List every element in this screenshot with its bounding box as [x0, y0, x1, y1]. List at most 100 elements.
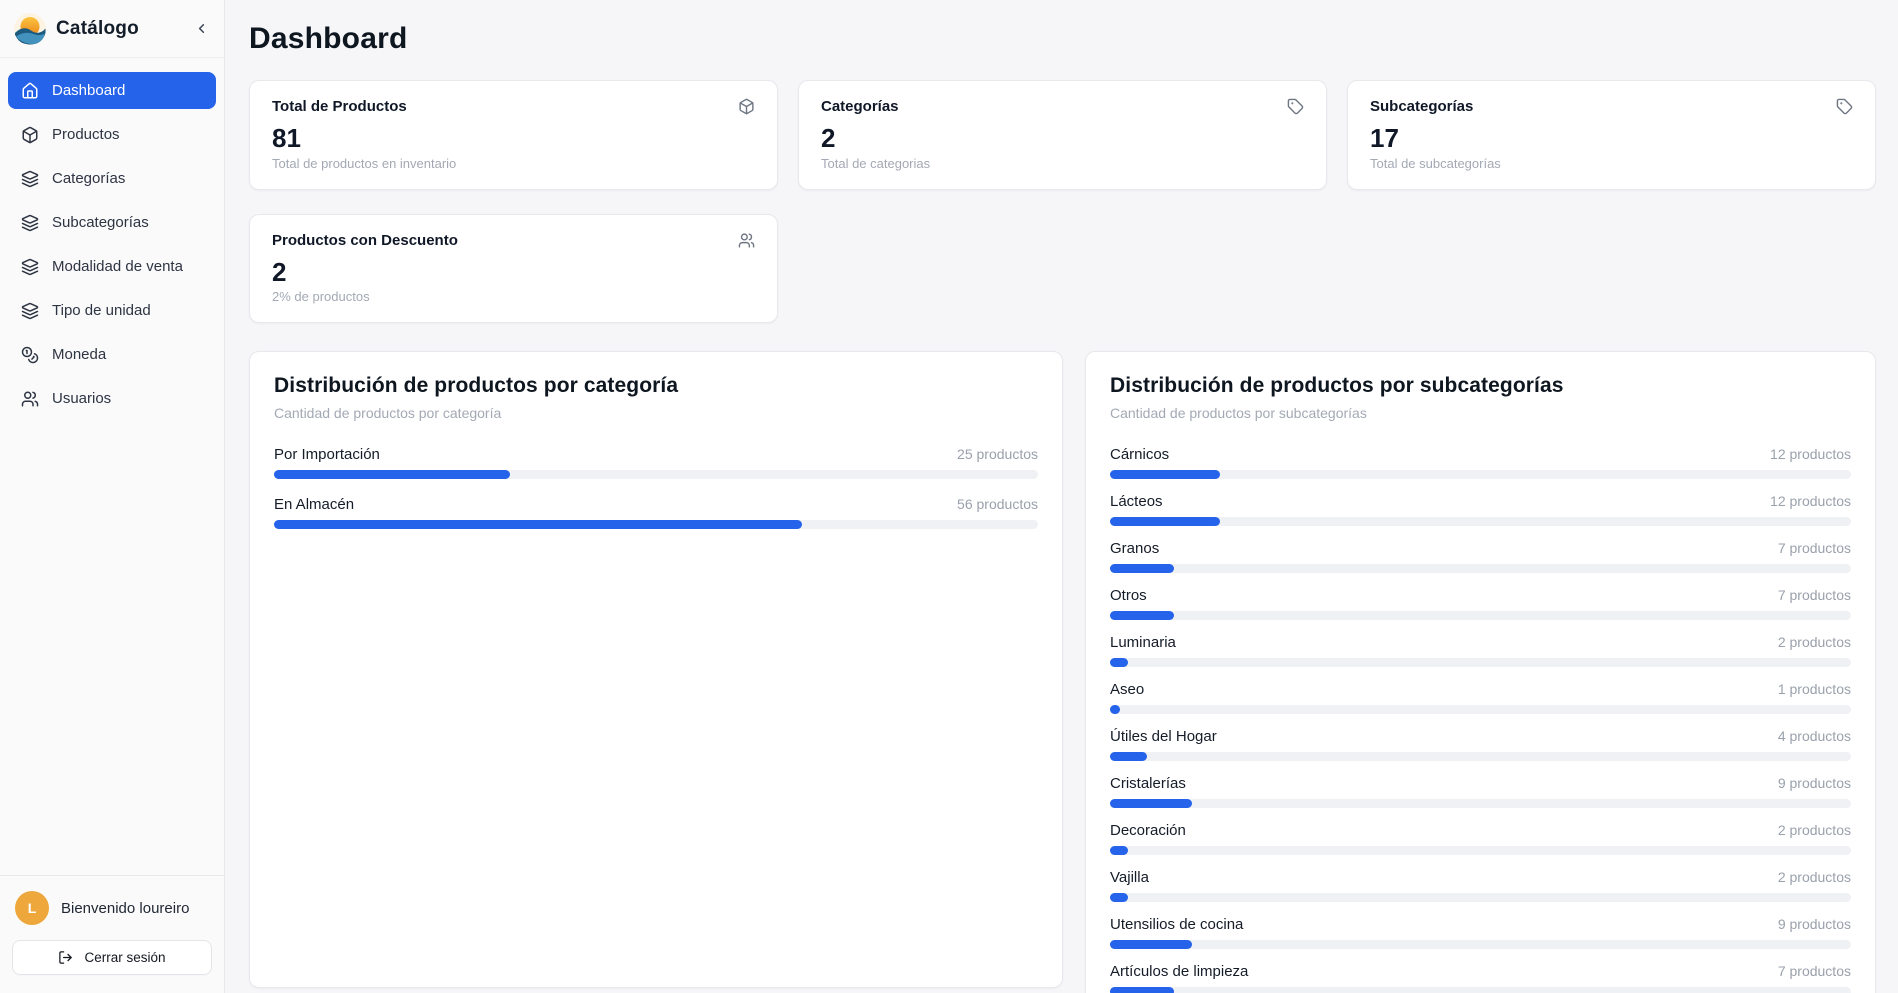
- welcome-text: Bienvenido loureiro: [61, 900, 189, 917]
- bar-row: Aseo1 productos: [1110, 681, 1851, 714]
- stat-card-value: 81: [272, 124, 755, 153]
- bar-count: 7 productos: [1778, 587, 1851, 603]
- bar-row: Granos7 productos: [1110, 540, 1851, 573]
- bar-count: 25 productos: [957, 446, 1038, 462]
- bar-count: 2 productos: [1778, 634, 1851, 650]
- bar-track: [1110, 564, 1851, 573]
- sidebar-collapse-button[interactable]: [188, 16, 214, 42]
- bar-label: Otros: [1110, 587, 1147, 604]
- bar-row: Por Importación 25 productos: [274, 446, 1038, 479]
- sidebar-item-label: Subcategorías: [52, 214, 149, 231]
- bar-fill: [1110, 517, 1220, 526]
- chart-title: Distribución de productos por categoría: [274, 374, 1038, 398]
- logout-icon: [58, 950, 73, 965]
- bar-track: [1110, 940, 1851, 949]
- bar-fill: [1110, 470, 1220, 479]
- sidebar-header: Catálogo: [0, 0, 224, 58]
- stat-card-title: Total de Productos: [272, 98, 407, 115]
- stat-card-title: Subcategorías: [1370, 98, 1473, 115]
- bar-row-header: Lácteos12 productos: [1110, 493, 1851, 510]
- bar-track: [1110, 517, 1851, 526]
- layers-icon: [21, 258, 39, 276]
- chart-title: Distribución de productos por subcategor…: [1110, 374, 1851, 398]
- sidebar-item-label: Categorías: [52, 170, 125, 187]
- stat-card-title: Categorías: [821, 98, 899, 115]
- users-icon: [21, 390, 39, 408]
- bar-fill: [1110, 846, 1128, 855]
- sidebar-item-subcategorías[interactable]: Subcategorías: [8, 204, 216, 241]
- sidebar-item-dashboard[interactable]: Dashboard: [8, 72, 216, 109]
- sidebar-item-label: Moneda: [52, 346, 106, 363]
- chart-subtitle: Cantidad de productos por subcategorías: [1110, 405, 1851, 421]
- brand-title: Catálogo: [56, 18, 139, 40]
- chart-bars: Por Importación25 productosEn Almacén56 …: [274, 446, 1038, 529]
- bar-label: Utensilios de cocina: [1110, 916, 1243, 933]
- bar-fill: [1110, 987, 1174, 993]
- bar-label: Artículos de limpieza: [1110, 963, 1248, 980]
- stat-card: Productos con Descuento22% de productos: [249, 214, 778, 324]
- sidebar-item-usuarios[interactable]: Usuarios: [8, 380, 216, 417]
- bar-row-header: Cristalerías9 productos: [1110, 775, 1851, 792]
- bar-fill: [1110, 940, 1192, 949]
- sidebar-item-label: Modalidad de venta: [52, 258, 183, 275]
- bar-label: Útiles del Hogar: [1110, 728, 1217, 745]
- bar-fill: [1110, 893, 1128, 902]
- sidebar-item-moneda[interactable]: Moneda: [8, 336, 216, 373]
- bar-track: [274, 520, 1038, 529]
- sidebar-item-label: Dashboard: [52, 82, 125, 99]
- bar-label: Por Importación: [274, 446, 380, 463]
- sidebar-item-productos[interactable]: Productos: [8, 116, 216, 153]
- chart-subtitle: Cantidad de productos por categoría: [274, 405, 1038, 421]
- stat-card-header: Subcategorías: [1370, 98, 1853, 115]
- bar-track: [1110, 705, 1851, 714]
- stat-card-header: Categorías: [821, 98, 1304, 115]
- bar-label: Lácteos: [1110, 493, 1163, 510]
- bar-row-header: Otros 7 productos: [1110, 587, 1851, 604]
- bar-row-header: Luminaria 2 productos: [1110, 634, 1851, 651]
- charts-row: Distribución de productos por categoría …: [249, 351, 1876, 993]
- bar-row: Artículos de limpieza7 productos: [1110, 963, 1851, 993]
- bar-count: 2 productos: [1778, 869, 1851, 885]
- layers-icon: [21, 214, 39, 232]
- stat-card-subtitle: Total de subcategorías: [1370, 156, 1853, 171]
- stat-card-value: 2: [272, 258, 755, 287]
- stat-card-subtitle: Total de categorias: [821, 156, 1304, 171]
- bar-row-header: Aseo1 productos: [1110, 681, 1851, 698]
- stat-card-header: Productos con Descuento: [272, 232, 755, 249]
- package-icon: [21, 126, 39, 144]
- page-title: Dashboard: [249, 22, 1876, 56]
- bar-count: 2 productos: [1778, 822, 1851, 838]
- bar-count: 4 productos: [1778, 728, 1851, 744]
- bar-row-header: Artículos de limpieza7 productos: [1110, 963, 1851, 980]
- sidebar-item-label: Tipo de unidad: [52, 302, 151, 319]
- bar-row: Luminaria 2 productos: [1110, 634, 1851, 667]
- stat-card: Subcategorías17Total de subcategorías: [1347, 80, 1876, 190]
- bar-row: Otros 7 productos: [1110, 587, 1851, 620]
- bar-label: En Almacén: [274, 496, 354, 513]
- bar-label: Decoración: [1110, 822, 1186, 839]
- users-icon: [738, 232, 755, 249]
- sidebar-item-tipo-de-unidad[interactable]: Tipo de unidad: [8, 292, 216, 329]
- home-icon: [21, 82, 39, 100]
- package-icon: [738, 98, 755, 115]
- bar-track: [1110, 470, 1851, 479]
- stat-card-subtitle: Total de productos en inventario: [272, 156, 755, 171]
- logout-button[interactable]: Cerrar sesión: [12, 940, 212, 975]
- bar-label: Cristalerías: [1110, 775, 1186, 792]
- bar-count: 1 productos: [1778, 681, 1851, 697]
- bar-fill: [274, 520, 802, 529]
- bar-row-header: Vajilla 2 productos: [1110, 869, 1851, 886]
- stat-card-header: Total de Productos: [272, 98, 755, 115]
- bar-label: Granos: [1110, 540, 1159, 557]
- layers-icon: [21, 302, 39, 320]
- bar-label: Luminaria: [1110, 634, 1176, 651]
- catalogo-logo-icon: [14, 13, 46, 45]
- stat-card: Categorías2Total de categorias: [798, 80, 1327, 190]
- logout-label: Cerrar sesión: [84, 950, 165, 965]
- sidebar-item-modalidad-de-venta[interactable]: Modalidad de venta: [8, 248, 216, 285]
- bar-row-header: Decoración 2 productos: [1110, 822, 1851, 839]
- sidebar-item-categorías[interactable]: Categorías: [8, 160, 216, 197]
- avatar: L: [15, 891, 49, 925]
- bar-label: Vajilla: [1110, 869, 1149, 886]
- chevron-left-icon: [194, 21, 209, 36]
